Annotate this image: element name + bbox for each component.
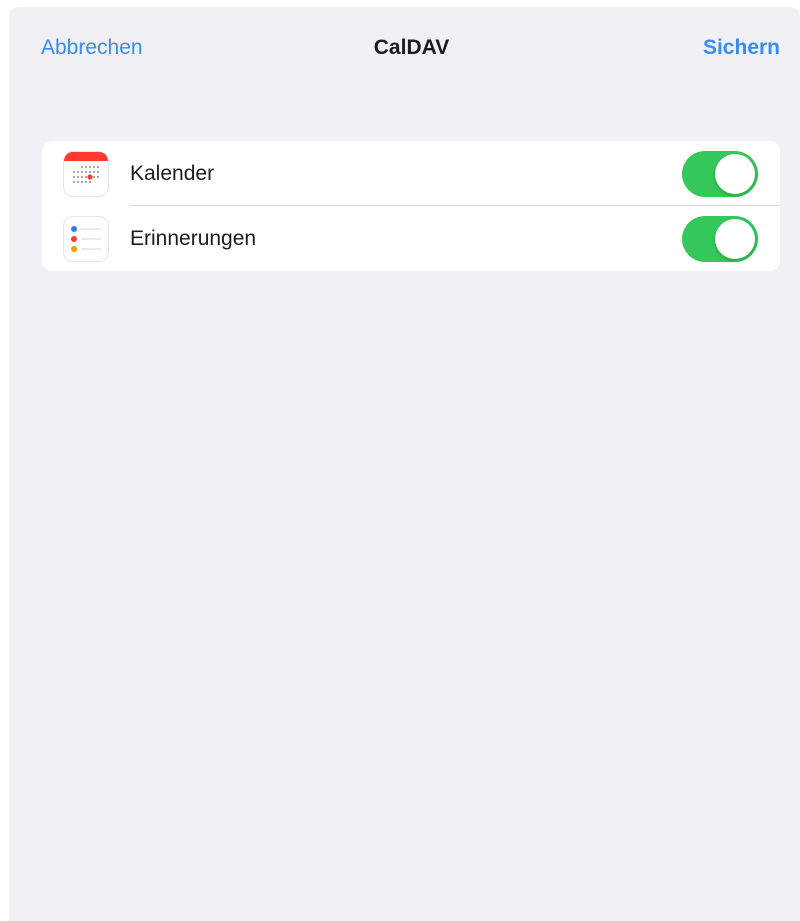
reminders-app-icon — [64, 217, 108, 261]
list-item-calendar[interactable]: Kalender — [42, 141, 780, 206]
toggle-knob — [715, 154, 755, 194]
sync-options-group: Kalender Erinnerungen — [42, 141, 780, 271]
reminders-label: Erinnerungen — [130, 227, 257, 250]
page-title: CalDAV — [373, 36, 450, 59]
toggle-knob — [715, 219, 755, 259]
calendar-app-icon — [64, 152, 108, 196]
navigation-bar: Abbrechen CalDAV Sichern — [9, 7, 800, 91]
reminders-toggle[interactable] — [682, 216, 758, 262]
save-button[interactable]: Sichern — [703, 35, 780, 61]
calendar-toggle[interactable] — [682, 151, 758, 197]
modal-sheet: Abbrechen CalDAV Sichern Kalender Erinne… — [9, 7, 800, 921]
list-item-reminders[interactable]: Erinnerungen — [42, 206, 780, 271]
calendar-label: Kalender — [130, 162, 215, 185]
